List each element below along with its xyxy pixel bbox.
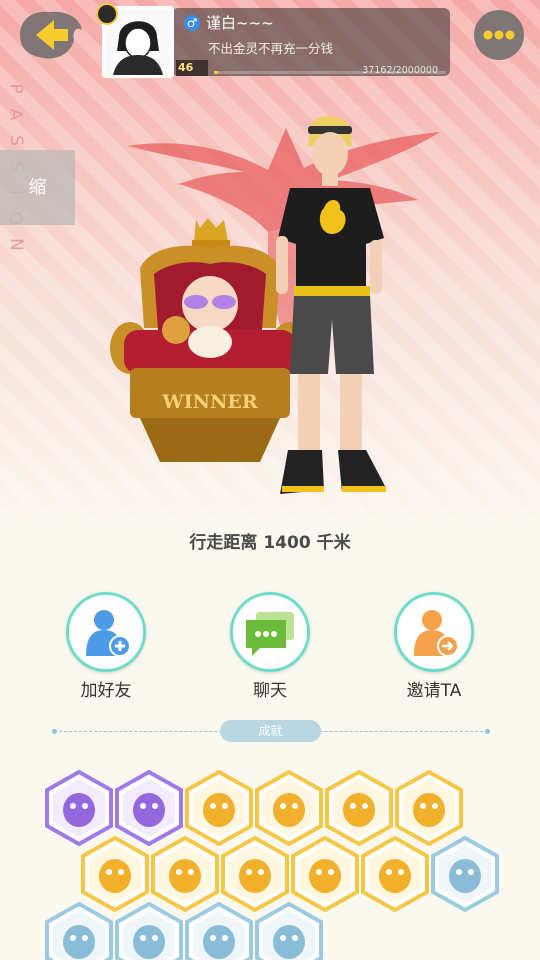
more-button[interactable] [472, 8, 526, 62]
achievement-badge[interactable] [114, 901, 184, 960]
walk-distance: 行走距离 1400 千米 [189, 533, 351, 553]
nickname: 谨白~~~ [206, 14, 274, 32]
more-dots-icon [474, 10, 524, 60]
achievement-badge[interactable] [254, 901, 324, 960]
stairs-icon [203, 793, 235, 827]
invite-button[interactable]: 邀请TA [374, 590, 494, 702]
add-friend-label: 加好友 [80, 681, 132, 701]
qq-penguin-icon [96, 3, 118, 25]
orb-icon [133, 793, 165, 827]
side-letter: S [5, 135, 26, 146]
achievement-badge[interactable] [254, 769, 324, 847]
signature: 不出金灵不再充一分钱 [208, 41, 334, 56]
achievement-badge[interactable] [290, 835, 360, 913]
book-icon [239, 859, 271, 893]
achievement-badge[interactable] [394, 769, 464, 847]
chat-button[interactable]: 聊天 [210, 590, 330, 702]
bear-icon [169, 859, 201, 893]
side-letter: N [5, 238, 26, 251]
achievement-badge[interactable] [184, 769, 254, 847]
achievement-badge[interactable] [324, 769, 394, 847]
cart-icon [99, 859, 131, 893]
demon-face-icon [63, 793, 95, 827]
profile-card[interactable]: 46 ♂ 谨白~~~ 不出金灵不再充一分钱 37162/2000000 [96, 3, 450, 78]
egg-icon [343, 793, 375, 827]
achievement-badge[interactable] [44, 901, 114, 960]
add-friend-button[interactable]: 加好友 [46, 590, 166, 702]
profile-screen: P A S S I O N WINNER [0, 0, 540, 960]
achievement-badge[interactable] [114, 769, 184, 847]
side-letter: P [5, 83, 26, 94]
moon-icon [449, 859, 481, 893]
coin-icon [413, 793, 445, 827]
monster-icon [203, 925, 235, 959]
achievement-badge[interactable] [184, 901, 254, 960]
collapse-button[interactable]: 缩 [0, 150, 75, 225]
level-badge: 46 [176, 60, 208, 76]
chat-label: 聊天 [253, 681, 287, 701]
exp-bar-fill [214, 71, 219, 74]
trophy-icon [273, 793, 305, 827]
chat-ring [230, 592, 310, 672]
achievement-badge[interactable] [150, 835, 220, 913]
cat-book-icon [379, 859, 411, 893]
throne-label: WINNER [161, 391, 257, 413]
exp-text: 37162/2000000 [362, 65, 438, 76]
gender-male-icon: ♂ [184, 15, 200, 31]
scroll-icon [133, 925, 165, 959]
back-button[interactable] [14, 8, 86, 62]
avatar-character [276, 116, 386, 494]
mermaid-icon [309, 859, 341, 893]
back-arrow-icon [20, 11, 82, 59]
add-friend-ring [66, 592, 146, 672]
achievement-badge[interactable] [360, 835, 430, 913]
invite-label: 邀请TA [406, 681, 462, 701]
cat-icon [273, 925, 305, 959]
achievements-title: 成就 [220, 720, 321, 742]
chat-bubble-icon [246, 612, 294, 656]
spirit-icon [63, 925, 95, 959]
side-letter: A [5, 108, 26, 121]
achievement-badge[interactable] [44, 769, 114, 847]
invite-ring [394, 592, 474, 672]
invite-user-icon [414, 610, 459, 657]
achievement-badge[interactable] [220, 835, 290, 913]
add-friend-icon [86, 610, 131, 657]
achievement-badge[interactable] [80, 835, 150, 913]
achievement-badge[interactable] [430, 835, 500, 913]
